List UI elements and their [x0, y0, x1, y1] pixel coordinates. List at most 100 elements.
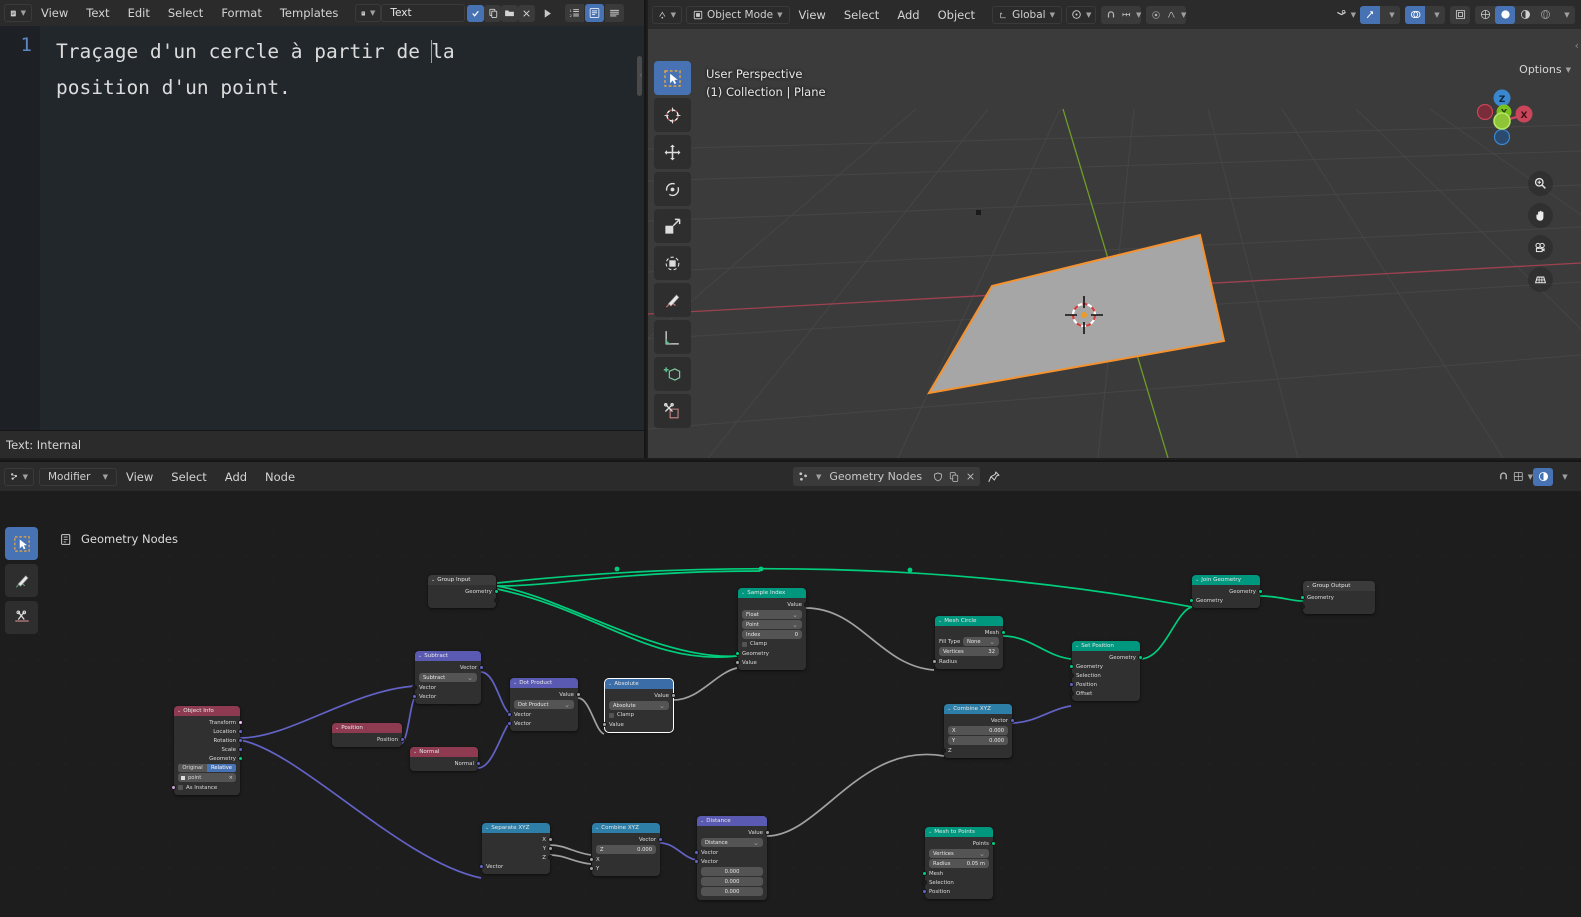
fake-user-button[interactable]	[930, 468, 946, 486]
shading-solid[interactable]	[1495, 5, 1515, 24]
tool-measure[interactable]	[654, 320, 691, 354]
collapse-chevron-icon[interactable]: ⌄	[177, 708, 181, 714]
node-subtract-vector-math[interactable]: ⌄ Subtract Vector Subtract ⌄ Vector Vector	[412, 651, 484, 704]
viewport-menu-select[interactable]: Select	[835, 2, 888, 28]
socket-dot[interactable]	[400, 737, 405, 742]
collapse-chevron-icon[interactable]: ⌄	[928, 829, 932, 835]
node-snap-button[interactable]	[1493, 468, 1513, 486]
socket-dot[interactable]	[1258, 589, 1263, 594]
socket-dot[interactable]	[922, 880, 927, 885]
node-socket-output-transform[interactable]: Transform	[174, 718, 243, 727]
snap-magnet-toggle[interactable]	[1101, 6, 1121, 24]
open-text-button[interactable]	[501, 4, 519, 22]
node-position[interactable]: ⌄ Position Position	[332, 723, 405, 747]
vector-component-field[interactable]: 0.000	[701, 877, 763, 886]
node-header-absolute-math[interactable]: ⌄ Absolute	[605, 679, 673, 689]
socket-dot[interactable]	[932, 659, 937, 664]
node-socket-input-radius[interactable]: Radius	[932, 657, 1003, 666]
pan-button[interactable]	[1528, 203, 1553, 228]
socket-dot[interactable]	[602, 722, 607, 727]
socket-dot[interactable]	[694, 859, 699, 864]
socket-dot[interactable]	[658, 837, 663, 842]
viewport-menu-add[interactable]: Add	[888, 2, 928, 28]
tool-transform[interactable]	[654, 246, 691, 280]
node-socket-output-value[interactable]: Value	[738, 600, 809, 609]
node-socket-input-geometry[interactable]: Geometry	[735, 649, 806, 658]
node-header-group-input[interactable]: ⌄ Group Input	[428, 575, 496, 585]
node-socket-input-geometry[interactable]: Geometry	[1189, 596, 1260, 605]
unlink-node-tree-button[interactable]	[962, 468, 978, 486]
socket-dot[interactable]	[494, 598, 499, 603]
node-tool-annotate[interactable]	[5, 564, 38, 597]
node-value-field[interactable]: Y 0.000	[948, 736, 1008, 745]
node-header-mesh-to-points[interactable]: ⌄ Mesh to Points	[925, 827, 993, 837]
node-socket-input-as-instance[interactable]: As Instance	[171, 783, 240, 792]
viewport-canvas[interactable]: User Perspective (1) Collection | Plane	[648, 29, 1581, 458]
node-normal[interactable]: ⌄ Normal Normal	[410, 747, 481, 771]
tool-annotate[interactable]	[654, 283, 691, 317]
overlays-toggle[interactable]	[1405, 5, 1425, 24]
node-mesh-circle[interactable]: ⌄ Mesh Circle Mesh Fill Type None ⌄ Vertices 32…	[932, 616, 1006, 669]
node-clamp-checkbox[interactable]: Clamp	[609, 711, 669, 719]
text-editor-body[interactable]: 1 Traçage d'un cercle à partir de la pos…	[0, 26, 644, 430]
text-menu-templates[interactable]: Templates	[271, 0, 347, 26]
node-socket-output-points[interactable]: Points	[925, 839, 996, 848]
node-header-normal[interactable]: ⌄ Normal	[410, 747, 478, 757]
node-socket-input-mesh[interactable]: Mesh	[922, 869, 993, 878]
tool-scale[interactable]	[654, 209, 691, 243]
node-tool-knife[interactable]	[5, 601, 38, 634]
node-distance-vector-math[interactable]: ⌄ Distance Value Distance ⌄ Vector Vector 0.000…	[694, 816, 770, 900]
socket-dot[interactable]	[991, 841, 996, 846]
socket-dot[interactable]	[804, 602, 809, 607]
node-socket-input-vector[interactable]: Vector	[507, 719, 578, 728]
node-socket-output-mesh[interactable]: Mesh	[935, 628, 1006, 637]
falloff-selector[interactable]: ▼	[1166, 6, 1186, 24]
node-shading-button[interactable]	[1533, 467, 1553, 486]
node-dropdown[interactable]: Absolute ⌄	[609, 701, 669, 710]
run-script-button[interactable]	[538, 5, 557, 22]
node-menu-node[interactable]: Node	[256, 464, 304, 490]
node-socket-input-offset[interactable]: Offset	[1069, 689, 1140, 698]
socket-dot[interactable]	[507, 712, 512, 717]
node-socket-input-position[interactable]: Position	[1069, 680, 1140, 689]
line-numbers-toggle[interactable]: 1 2	[565, 4, 585, 22]
node-socket-output-value[interactable]: Value	[605, 691, 676, 700]
socket-dot[interactable]	[735, 660, 740, 665]
node-socket-output-scale[interactable]: Scale	[174, 745, 243, 754]
node-socket-output-geometry[interactable]: Geometry	[1192, 587, 1263, 596]
node-socket-input-vector[interactable]: Vector	[479, 862, 550, 871]
node-header-subtract-vector-math[interactable]: ⌄ Subtract	[415, 651, 481, 661]
collapse-chevron-icon[interactable]: ⌄	[595, 825, 599, 831]
node-socket-input-vector[interactable]: Vector	[412, 692, 481, 701]
collapse-chevron-icon[interactable]: ⌄	[335, 725, 339, 731]
region-toggle-arrow-icon[interactable]: ‹	[639, 70, 643, 81]
unlink-text-button[interactable]	[518, 4, 536, 22]
node-dot-product[interactable]: ⌄ Dot Product Value Dot Product ⌄ Vector Vecto…	[507, 678, 581, 731]
node-combine-xyz-upper[interactable]: ⌄ Combine XYZ Vector X 0.000 Y 0.000 Z	[941, 704, 1015, 758]
navigation-gizmo[interactable]: Z X Y	[1465, 84, 1539, 158]
collapse-chevron-icon[interactable]: ⌄	[418, 653, 422, 659]
node-socket-output-x[interactable]: X	[482, 835, 553, 844]
node-socket-output-geometry[interactable]: Geometry	[1072, 653, 1143, 662]
node-dropdown[interactable]: Vertices ⌄	[929, 849, 989, 858]
text-name-field[interactable]: Text	[381, 4, 466, 22]
node-socket-output-unnamed[interactable]	[428, 596, 499, 605]
pin-button[interactable]	[984, 468, 1004, 486]
node-socket-input-y[interactable]: Y	[589, 864, 660, 873]
overlays-options[interactable]: ▼	[1425, 5, 1445, 24]
node-header-object-info[interactable]: ⌄ Object Info	[174, 706, 240, 716]
socket-dot[interactable]	[694, 850, 699, 855]
collapse-chevron-icon[interactable]: ⌄	[485, 825, 489, 831]
socket-dot[interactable]	[494, 589, 499, 594]
socket-dot[interactable]	[1138, 655, 1143, 660]
node-dropdown[interactable]: Subtract ⌄	[419, 673, 477, 682]
xray-toggle[interactable]	[1450, 5, 1470, 24]
text-datablock-selector[interactable]: ▼	[355, 4, 382, 22]
socket-dot[interactable]	[765, 830, 770, 835]
socket-dot[interactable]	[171, 785, 176, 790]
gizmo-toggle[interactable]	[1360, 5, 1380, 24]
collapse-chevron-icon[interactable]: ⌄	[431, 577, 435, 583]
socket-dot[interactable]	[548, 837, 553, 842]
pivot-point-selector[interactable]: ▼	[1065, 5, 1097, 24]
shading-options[interactable]: ▼	[1555, 6, 1575, 24]
